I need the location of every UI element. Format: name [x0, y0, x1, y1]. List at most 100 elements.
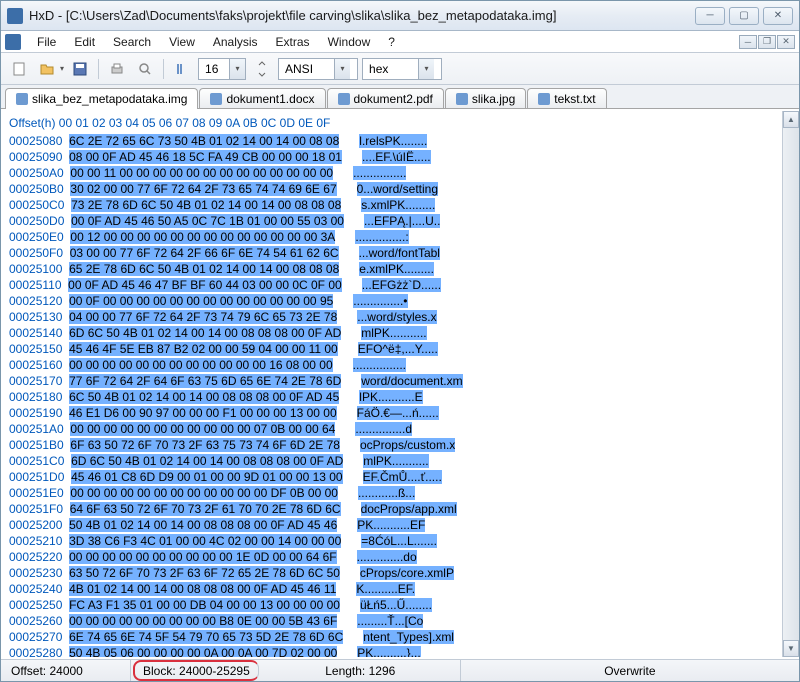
hex-editor[interactable]: Offset(h) 00 01 02 03 04 05 06 07 08 09 …: [1, 111, 799, 657]
overwrite-mode: Overwrite: [604, 664, 655, 678]
tab-label: slika_bez_metapodataka.img: [32, 92, 187, 106]
hex-row[interactable]: 000251B0 6F 63 50 72 6F 70 73 2F 63 75 7…: [9, 437, 774, 453]
title-bar: HxD - [C:\Users\Zad\Documents\faks\proje…: [1, 1, 799, 31]
bytes-column-icon: [170, 57, 194, 81]
mode-combo[interactable]: hex ▾: [362, 58, 442, 80]
close-button[interactable]: ✕: [763, 7, 793, 25]
length-value: 1296: [369, 664, 396, 678]
file-icon: [456, 93, 468, 105]
hex-row[interactable]: 00025190 46 E1 D6 00 90 97 00 00 00 F1 0…: [9, 405, 774, 421]
encoding-combo[interactable]: ANSI ▾: [278, 58, 358, 80]
mode-value: hex: [363, 62, 418, 76]
bytes-per-row-value: 16: [199, 62, 229, 76]
chevron-down-icon[interactable]: ▾: [229, 59, 245, 79]
print-button[interactable]: [105, 57, 129, 81]
tab-slika-jpg[interactable]: slika.jpg: [445, 88, 526, 108]
status-bar: Offset: 24000 Block: 24000-25295 Length:…: [1, 659, 799, 681]
open-dropdown-icon[interactable]: ▾: [60, 64, 64, 73]
menu-help[interactable]: ?: [380, 33, 403, 51]
tab-tekst-txt[interactable]: tekst.txt: [527, 88, 606, 108]
tab-label: dokument1.docx: [226, 92, 314, 106]
hex-row[interactable]: 000250E0 00 12 00 00 00 00 00 00 00 00 0…: [9, 229, 774, 245]
app-icon: [7, 8, 23, 24]
minimize-button[interactable]: ─: [695, 7, 725, 25]
mdi-minimize-button[interactable]: ─: [739, 35, 757, 49]
hex-row[interactable]: 000251E0 00 00 00 00 00 00 00 00 00 00 0…: [9, 485, 774, 501]
hex-row[interactable]: 00025280 50 4B 05 06 00 00 00 00 0A 00 0…: [9, 645, 774, 657]
menu-analysis[interactable]: Analysis: [205, 33, 266, 51]
hex-row[interactable]: 00025160 00 00 00 00 00 00 00 00 00 00 0…: [9, 357, 774, 373]
hex-row[interactable]: 000251F0 64 6F 63 50 72 6F 70 73 2F 61 7…: [9, 501, 774, 517]
chevron-down-icon[interactable]: ▾: [334, 59, 350, 79]
print-preview-button[interactable]: [133, 57, 157, 81]
hex-row[interactable]: 00025270 6E 74 65 6E 74 5F 54 79 70 65 7…: [9, 629, 774, 645]
hex-row[interactable]: 00025170 77 6F 72 64 2F 64 6F 63 75 6D 6…: [9, 373, 774, 389]
menu-bar: File Edit Search View Analysis Extras Wi…: [1, 31, 799, 53]
hex-row[interactable]: 000250D0 00 0F AD 45 46 50 A5 0C 7C 1B 0…: [9, 213, 774, 229]
hex-row[interactable]: 000251C0 6D 6C 50 4B 01 02 14 00 14 00 0…: [9, 453, 774, 469]
hex-row[interactable]: 00025150 45 46 4F 5E EB 87 B2 02 00 00 5…: [9, 341, 774, 357]
file-icon: [210, 93, 222, 105]
hex-row[interactable]: 000250A0 00 00 11 00 00 00 00 00 00 00 0…: [9, 165, 774, 181]
new-file-button[interactable]: [7, 57, 31, 81]
open-file-button[interactable]: [35, 57, 59, 81]
tab-strip: slika_bez_metapodataka.img dokument1.docx…: [1, 85, 799, 109]
hex-row[interactable]: 00025080 6C 2E 72 65 6C 73 50 4B 01 02 1…: [9, 133, 774, 149]
mdi-close-button[interactable]: ✕: [777, 35, 795, 49]
hex-row[interactable]: 00025220 00 00 00 00 00 00 00 00 00 00 1…: [9, 549, 774, 565]
file-icon: [338, 93, 350, 105]
chevron-down-icon[interactable]: ▾: [418, 59, 434, 79]
bytes-per-row-combo[interactable]: 16 ▾: [198, 58, 246, 80]
hex-row[interactable]: 000250B0 30 02 00 00 77 6F 72 64 2F 73 6…: [9, 181, 774, 197]
menu-search[interactable]: Search: [105, 33, 159, 51]
menu-file[interactable]: File: [29, 33, 64, 51]
hex-row[interactable]: 00025230 63 50 72 6F 70 73 2F 63 6F 72 6…: [9, 565, 774, 581]
status-offset: Offset: 24000: [1, 660, 131, 681]
hex-row[interactable]: 00025260 00 00 00 00 00 00 00 00 00 B8 0…: [9, 613, 774, 629]
vertical-scrollbar[interactable]: ▲ ▼: [782, 111, 799, 657]
menu-view[interactable]: View: [161, 33, 203, 51]
file-type-icon: [5, 34, 21, 50]
block-label: Block:: [143, 664, 176, 678]
tab-slika_bez_metapodataka-img[interactable]: slika_bez_metapodataka.img: [5, 88, 198, 109]
scroll-up-button[interactable]: ▲: [783, 111, 799, 128]
mdi-restore-button[interactable]: ❐: [758, 35, 776, 49]
hex-row[interactable]: 00025240 4B 01 02 14 00 14 00 08 08 08 0…: [9, 581, 774, 597]
hex-row[interactable]: 000251A0 00 00 00 00 00 00 00 00 00 00 0…: [9, 421, 774, 437]
hex-row[interactable]: 00025100 65 2E 78 6D 6C 50 4B 01 02 14 0…: [9, 261, 774, 277]
file-icon: [16, 93, 28, 105]
scroll-down-button[interactable]: ▼: [783, 640, 799, 657]
hex-row[interactable]: 000250C0 73 2E 78 6D 6C 50 4B 01 02 14 0…: [9, 197, 774, 213]
status-mode: Overwrite: [461, 660, 799, 681]
tab-label: dokument2.pdf: [354, 92, 433, 106]
file-icon: [538, 93, 550, 105]
encoding-value: ANSI: [279, 62, 334, 76]
offset-label: Offset:: [11, 664, 46, 678]
window-title: HxD - [C:\Users\Zad\Documents\faks\proje…: [29, 8, 695, 23]
status-length: Length: 1296: [261, 660, 461, 681]
hex-row[interactable]: 00025180 6C 50 4B 01 02 14 00 14 00 08 0…: [9, 389, 774, 405]
hex-row[interactable]: 000251D0 45 46 01 C8 6D D9 00 01 00 00 9…: [9, 469, 774, 485]
hex-row[interactable]: 00025210 3D 38 C6 F3 4C 01 00 00 4C 02 0…: [9, 533, 774, 549]
offset-value: 24000: [49, 664, 82, 678]
hex-row[interactable]: 00025140 6D 6C 50 4B 01 02 14 00 14 00 0…: [9, 325, 774, 341]
offset-header: Offset(h) 00 01 02 03 04 05 06 07 08 09 …: [9, 115, 774, 131]
tab-dokument1-docx[interactable]: dokument1.docx: [199, 88, 325, 108]
menu-window[interactable]: Window: [320, 33, 379, 51]
hex-row[interactable]: 000250F0 03 00 00 77 6F 72 64 2F 66 6F 6…: [9, 245, 774, 261]
menu-extras[interactable]: Extras: [268, 33, 318, 51]
hex-row[interactable]: 00025120 00 0F 00 00 00 00 00 00 00 00 0…: [9, 293, 774, 309]
maximize-button[interactable]: ▢: [729, 7, 759, 25]
tab-label: slika.jpg: [472, 92, 515, 106]
hex-row[interactable]: 00025250 FC A3 F1 35 01 00 00 DB 04 00 0…: [9, 597, 774, 613]
hex-row[interactable]: 00025130 04 00 00 77 6F 72 64 2F 73 74 7…: [9, 309, 774, 325]
status-block: Block: 24000-25295: [133, 660, 259, 681]
save-button[interactable]: [68, 57, 92, 81]
hex-row[interactable]: 00025200 50 4B 01 02 14 00 14 00 08 08 0…: [9, 517, 774, 533]
hex-row[interactable]: 00025110 00 0F AD 45 46 47 BF BF 60 44 0…: [9, 277, 774, 293]
menu-edit[interactable]: Edit: [66, 33, 103, 51]
tab-dokument2-pdf[interactable]: dokument2.pdf: [327, 88, 444, 108]
tab-label: tekst.txt: [554, 92, 595, 106]
hex-row[interactable]: 00025090 08 00 0F AD 45 46 18 5C FA 49 C…: [9, 149, 774, 165]
spin-up-down-icon[interactable]: [250, 57, 274, 81]
